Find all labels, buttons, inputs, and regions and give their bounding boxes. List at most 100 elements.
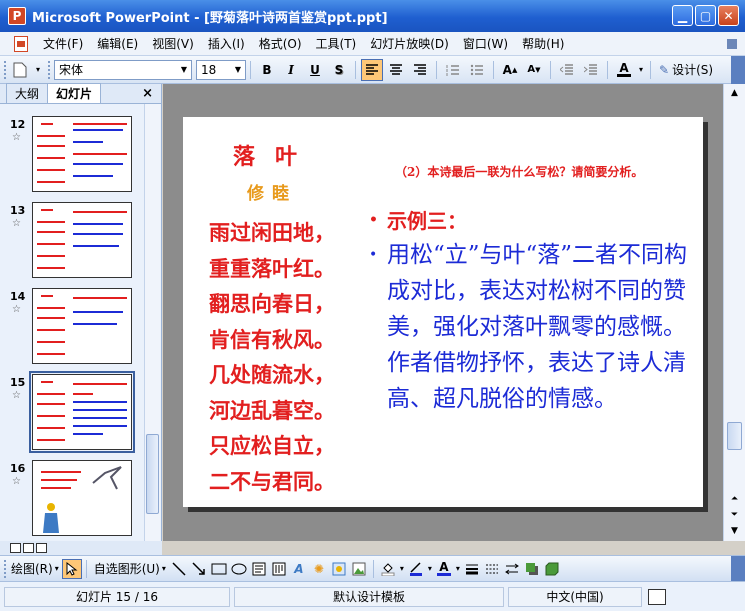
dash-style-icon[interactable] [482,559,502,579]
transition-star-icon[interactable]: ☆ [12,476,21,487]
shadow-icon[interactable]: S [328,59,350,81]
slide-thumbnail-row[interactable]: 14 ☆ [0,284,144,372]
shadow-style-icon[interactable] [522,559,542,579]
slide-thumbnail[interactable] [32,288,132,364]
toolbar-options-icon[interactable] [731,556,745,582]
menu-insert[interactable]: 插入(I) [201,35,252,52]
example-label-item[interactable]: • 示例三： [369,205,467,234]
toolbar-grip-icon[interactable] [4,60,8,79]
font-color-icon[interactable]: A [434,559,454,579]
menu-window[interactable]: 窗口(W) [456,35,515,52]
toolbar-options-icon[interactable] [731,56,745,84]
wordart-icon[interactable]: A [289,559,309,579]
poem-author[interactable]: 修睦 [247,179,297,204]
slide-thumbnail[interactable] [32,202,132,278]
menu-tools[interactable]: 工具(T) [309,35,364,52]
chevron-down-icon[interactable]: ▾ [398,559,406,579]
vertical-textbox-icon[interactable] [269,559,289,579]
transition-star-icon[interactable]: ☆ [12,304,21,315]
maximize-button[interactable]: ▢ [695,5,716,26]
increase-indent-icon[interactable] [580,59,602,81]
next-slide-icon[interactable]: ⏷ [727,508,742,522]
underline-button[interactable]: U [304,59,326,81]
fill-color-icon[interactable] [378,559,398,579]
transition-star-icon[interactable]: ☆ [12,132,21,143]
font-color-icon[interactable]: A [613,59,635,81]
menu-slideshow[interactable]: 幻灯片放映(D) [363,35,456,52]
decrease-indent-icon[interactable] [556,59,578,81]
align-right-button[interactable] [409,59,431,81]
question-text[interactable]: （2）本诗最后一联为什么写松？请简要分析。 [395,163,643,180]
poem-title[interactable]: 落叶 [233,139,317,171]
chevron-down-icon[interactable]: ▼ [177,61,191,79]
slide-area-scrollbar[interactable]: ▲ ⏶ ⏷ ▼ [723,84,745,541]
italic-button[interactable]: I [280,59,302,81]
spelling-check-icon[interactable] [648,588,666,605]
increase-font-size-icon[interactable]: A ▲ [499,59,521,81]
slideshow-view-icon[interactable] [36,543,47,553]
chevron-down-icon[interactable]: ▾ [426,559,434,579]
close-button[interactable]: ✕ [718,5,739,26]
powerpoint-app-icon[interactable]: P [8,7,26,25]
scrollbar-thumb[interactable] [727,422,742,450]
clipart-icon[interactable] [329,559,349,579]
textbox-tool-icon[interactable] [249,559,269,579]
slide-thumbnail-row[interactable]: 12 ☆ [0,112,144,200]
slide-thumbnail[interactable] [32,116,132,192]
numbering-icon[interactable] [442,59,464,81]
menu-format[interactable]: 格式(O) [252,35,309,52]
chevron-down-icon[interactable]: ▾ [637,59,645,81]
draw-menu-button[interactable]: 绘图(R) ▾ [8,560,62,577]
scroll-down-icon[interactable]: ▼ [727,524,742,538]
align-left-button[interactable] [361,58,383,81]
line-color-icon[interactable] [406,559,426,579]
new-document-icon[interactable] [9,59,31,81]
scrollbar-thumb[interactable] [146,434,159,514]
arrow-style-icon[interactable] [502,559,522,579]
close-icon[interactable]: × [142,86,153,101]
oval-tool-icon[interactable] [229,559,249,579]
toolbar-dropdown-icon[interactable]: ▾ [33,59,43,81]
select-pointer-icon[interactable] [61,558,82,579]
slide-thumbnail-row[interactable]: 13 ☆ [0,198,144,286]
arrow-tool-icon[interactable] [189,559,209,579]
answer-item[interactable]: • 用松“立”与叶“落”二者不同构成对比，表达对松树不同的赞美，强化对落叶飘零的… [369,237,693,417]
align-center-button[interactable] [385,59,407,81]
picture-icon[interactable] [349,559,369,579]
bold-button[interactable]: B [256,59,278,81]
font-size-select[interactable]: 18 ▼ [196,59,246,80]
slide-sorter-view-icon[interactable] [23,543,34,553]
font-name-select[interactable]: 宋体 ▼ [54,59,192,80]
minimize-button[interactable]: ▁ [672,5,693,26]
slide-thumbnail-row[interactable]: 15 ☆ [0,370,144,458]
chevron-down-icon[interactable]: ▾ [454,559,462,579]
menu-file[interactable]: 文件(F) [36,35,90,52]
3d-style-icon[interactable] [542,559,562,579]
tab-outline[interactable]: 大纲 [6,83,49,103]
design-button[interactable]: ✎ 设计(S) [659,61,713,78]
scroll-up-icon[interactable]: ▲ [727,86,742,100]
normal-view-icon[interactable] [10,543,21,553]
toolbar-grip-icon[interactable] [48,60,52,79]
line-style-icon[interactable] [462,559,482,579]
previous-slide-icon[interactable]: ⏶ [727,492,742,506]
menu-view[interactable]: 视图(V) [145,35,201,52]
menu-edit[interactable]: 编辑(E) [90,35,145,52]
chevron-down-icon[interactable]: ▼ [231,61,245,79]
menu-help[interactable]: 帮助(H) [515,35,571,52]
autoshapes-button[interactable]: 自选图形(U) ▾ [91,560,169,577]
tab-slides[interactable]: 幻灯片 [47,83,102,103]
poem-lines[interactable]: 雨过闲田地， 重重落叶红。 翻思向春日， 肯信有秋风。 几处随流水， 河边乱暮空… [209,215,359,499]
diagram-icon[interactable]: ✺ [309,559,329,579]
bullets-icon[interactable] [466,59,488,81]
document-icon[interactable] [14,35,28,52]
decrease-font-size-icon[interactable]: A ▼ [523,59,545,81]
rectangle-tool-icon[interactable] [209,559,229,579]
slides-pane-scrollbar[interactable] [144,104,160,541]
slide-thumbnail-selected[interactable] [29,371,135,453]
slide-thumbnail-row[interactable]: 16 ☆ [0,456,144,541]
slide-canvas[interactable]: 落叶 修睦 雨过闲田地， 重重落叶红。 翻思向春日， 肯信有秋风。 几处随流水，… [183,117,703,507]
transition-star-icon[interactable]: ☆ [12,390,21,401]
slide-thumbnail[interactable] [32,460,132,536]
line-tool-icon[interactable] [169,559,189,579]
